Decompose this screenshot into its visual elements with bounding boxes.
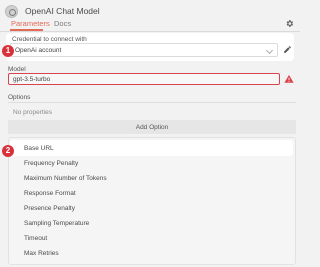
chevron-down-icon (265, 46, 274, 55)
model-select[interactable]: gpt-3.5-turbo (8, 73, 280, 85)
step-badge-1: 1 (2, 45, 14, 57)
dropdown-item-sampling-temperature[interactable]: Sampling Temperature (24, 220, 89, 227)
pencil-icon[interactable] (283, 45, 292, 54)
node-header: OpenAI Chat Model Parameters Docs (0, 0, 300, 34)
tabs-divider (0, 31, 300, 32)
dropdown-item-presence-penalty[interactable]: Presence Penalty (24, 205, 75, 212)
credential-value: OpenAi account (15, 47, 62, 54)
openai-node-icon (5, 5, 18, 18)
dropdown-item-response-format[interactable]: Response Format (24, 190, 76, 197)
dropdown-item-frequency-penalty[interactable]: Frequency Penalty (24, 160, 78, 167)
options-divider (8, 102, 296, 103)
dropdown-item-max-retries[interactable]: Max Retries (24, 250, 59, 257)
options-dropdown (8, 137, 296, 265)
tab-docs[interactable]: Docs (54, 19, 71, 28)
dropdown-item-timeout[interactable]: Timeout (24, 235, 47, 242)
gear-icon[interactable] (285, 19, 294, 28)
credential-select[interactable]: OpenAi account (10, 43, 278, 57)
warning-icon (284, 74, 294, 83)
step-badge-2: 2 (2, 145, 14, 157)
dropdown-item-base-url[interactable]: Base URL (24, 145, 54, 152)
model-label: Model (8, 66, 26, 73)
add-option-label: Add Option (135, 124, 169, 131)
dropdown-item-max-tokens[interactable]: Maximum Number of Tokens (24, 175, 107, 182)
no-properties-text: No properties (13, 109, 53, 116)
node-title: OpenAI Chat Model (25, 6, 100, 16)
options-label: Options (8, 94, 31, 101)
credential-label: Credential to connect with (12, 36, 87, 43)
model-value: gpt-3.5-turbo (13, 76, 51, 83)
tab-parameters[interactable]: Parameters (11, 19, 50, 28)
add-option-button[interactable]: Add Option (8, 120, 296, 134)
